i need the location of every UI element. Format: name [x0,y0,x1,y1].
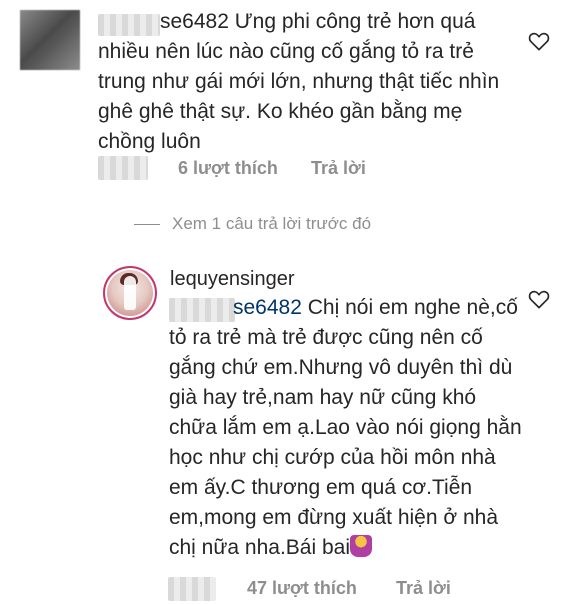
like-heart-icon[interactable] [528,289,550,309]
likes-count[interactable]: 47 lượt thích [247,578,357,599]
avatar[interactable] [103,266,157,320]
timestamp-blurred [98,156,148,180]
view-replies-link[interactable]: Xem 1 câu trả lời trước đó [172,214,371,234]
mention-suffix[interactable]: se6482 [233,296,302,319]
reply-text: se6482 Chị nói em nghe nè,cố tỏ ra trẻ m… [169,293,529,563]
timestamp-blurred [168,577,216,601]
avatar-blurred[interactable] [20,10,80,70]
like-heart-icon[interactable] [528,31,550,51]
comment-text: se6482 Ưng phi công trẻ hơn quá nhiều nê… [98,7,523,157]
reply-button[interactable]: Trả lời [396,578,451,599]
woman-shrugging-emoji-icon [350,535,373,557]
username-suffix[interactable]: se6482 [160,10,229,33]
replies-divider [134,224,160,225]
avatar-figure [124,276,136,310]
likes-count[interactable]: 6 lượt thích [178,158,278,179]
reply-body: Chị nói em nghe nè,cố tỏ ra trẻ mà trẻ đ… [169,296,522,559]
reply-button[interactable]: Trả lời [311,158,366,179]
reply-username[interactable]: lequyensinger [170,268,295,291]
comment-body: Ưng phi công trẻ hơn quá nhiều nên lúc n… [98,10,500,153]
